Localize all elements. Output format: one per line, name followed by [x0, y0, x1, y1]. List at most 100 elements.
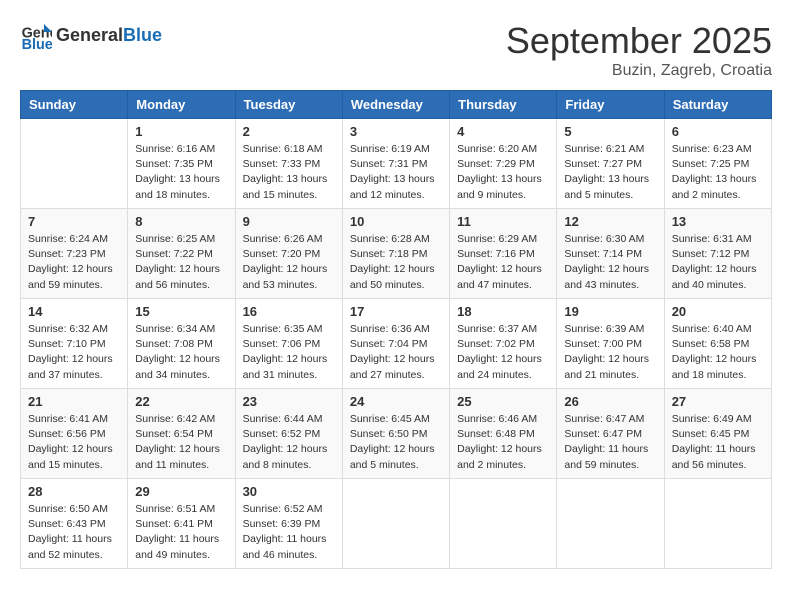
- calendar-cell: 29Sunrise: 6:51 AM Sunset: 6:41 PM Dayli…: [128, 479, 235, 569]
- cell-content: Sunrise: 6:40 AM Sunset: 6:58 PM Dayligh…: [672, 322, 764, 383]
- cell-content: Sunrise: 6:18 AM Sunset: 7:33 PM Dayligh…: [243, 142, 335, 203]
- day-number: 10: [350, 214, 442, 229]
- calendar-cell: [664, 479, 771, 569]
- cell-content: Sunrise: 6:16 AM Sunset: 7:35 PM Dayligh…: [135, 142, 227, 203]
- day-number: 23: [243, 394, 335, 409]
- week-row-5: 28Sunrise: 6:50 AM Sunset: 6:43 PM Dayli…: [21, 479, 772, 569]
- calendar-cell: 10 Sunrise: 6:28 AM Sunset: 7:18 PM Dayli…: [342, 209, 449, 299]
- cell-content: Sunrise: 6:24 AM Sunset: 7:23 PM Dayligh…: [28, 232, 120, 293]
- day-number: 19: [564, 304, 656, 319]
- cell-content: Sunrise: 6:39 AM Sunset: 7:00 PM Dayligh…: [564, 322, 656, 383]
- calendar-cell: 25 Sunrise: 6:46 AM Sunset: 6:48 PM Dayli…: [450, 389, 557, 479]
- logo-general: General: [56, 25, 123, 45]
- logo: General Blue GeneralBlue: [20, 20, 162, 52]
- weekday-header-tuesday: Tuesday: [235, 91, 342, 119]
- cell-content: Sunrise: 6:50 AM Sunset: 6:43 PM Dayligh…: [28, 502, 120, 563]
- calendar-cell: 18 Sunrise: 6:37 AM Sunset: 7:02 PM Dayli…: [450, 299, 557, 389]
- weekday-header-thursday: Thursday: [450, 91, 557, 119]
- day-number: 1: [135, 124, 227, 139]
- day-number: 4: [457, 124, 549, 139]
- cell-content: Sunrise: 6:44 AM Sunset: 6:52 PM Dayligh…: [243, 412, 335, 473]
- day-number: 2: [243, 124, 335, 139]
- svg-text:Blue: Blue: [22, 37, 52, 52]
- cell-content: Sunrise: 6:45 AM Sunset: 6:50 PM Dayligh…: [350, 412, 442, 473]
- cell-content: Sunrise: 6:51 AM Sunset: 6:41 PM Dayligh…: [135, 502, 227, 563]
- calendar-cell: [342, 479, 449, 569]
- calendar-cell: 16 Sunrise: 6:35 AM Sunset: 7:06 PM Dayli…: [235, 299, 342, 389]
- calendar-cell: 8 Sunrise: 6:25 AM Sunset: 7:22 PM Daylig…: [128, 209, 235, 299]
- day-number: 21: [28, 394, 120, 409]
- day-number: 13: [672, 214, 764, 229]
- calendar-cell: 1 Sunrise: 6:16 AM Sunset: 7:35 PM Daylig…: [128, 119, 235, 209]
- cell-content: Sunrise: 6:35 AM Sunset: 7:06 PM Dayligh…: [243, 322, 335, 383]
- calendar-cell: 13 Sunrise: 6:31 AM Sunset: 7:12 PM Dayli…: [664, 209, 771, 299]
- cell-content: Sunrise: 6:47 AM Sunset: 6:47 PM Dayligh…: [564, 412, 656, 473]
- calendar-cell: 23 Sunrise: 6:44 AM Sunset: 6:52 PM Dayli…: [235, 389, 342, 479]
- cell-content: Sunrise: 6:34 AM Sunset: 7:08 PM Dayligh…: [135, 322, 227, 383]
- cell-content: Sunrise: 6:32 AM Sunset: 7:10 PM Dayligh…: [28, 322, 120, 383]
- calendar-cell: 28Sunrise: 6:50 AM Sunset: 6:43 PM Dayli…: [21, 479, 128, 569]
- cell-content: Sunrise: 6:31 AM Sunset: 7:12 PM Dayligh…: [672, 232, 764, 293]
- calendar-cell: 2 Sunrise: 6:18 AM Sunset: 7:33 PM Daylig…: [235, 119, 342, 209]
- calendar-cell: 14 Sunrise: 6:32 AM Sunset: 7:10 PM Dayli…: [21, 299, 128, 389]
- calendar-cell: 7 Sunrise: 6:24 AM Sunset: 7:23 PM Daylig…: [21, 209, 128, 299]
- weekday-header-sunday: Sunday: [21, 91, 128, 119]
- week-row-1: 1 Sunrise: 6:16 AM Sunset: 7:35 PM Daylig…: [21, 119, 772, 209]
- day-number: 15: [135, 304, 227, 319]
- cell-content: Sunrise: 6:29 AM Sunset: 7:16 PM Dayligh…: [457, 232, 549, 293]
- day-number: 22: [135, 394, 227, 409]
- cell-content: Sunrise: 6:19 AM Sunset: 7:31 PM Dayligh…: [350, 142, 442, 203]
- cell-content: Sunrise: 6:36 AM Sunset: 7:04 PM Dayligh…: [350, 322, 442, 383]
- calendar-cell: 24 Sunrise: 6:45 AM Sunset: 6:50 PM Dayli…: [342, 389, 449, 479]
- cell-content: Sunrise: 6:49 AM Sunset: 6:45 PM Dayligh…: [672, 412, 764, 473]
- calendar-cell: 3Sunrise: 6:19 AM Sunset: 7:31 PM Daylig…: [342, 119, 449, 209]
- cell-content: Sunrise: 6:42 AM Sunset: 6:54 PM Dayligh…: [135, 412, 227, 473]
- cell-content: Sunrise: 6:30 AM Sunset: 7:14 PM Dayligh…: [564, 232, 656, 293]
- cell-content: Sunrise: 6:28 AM Sunset: 7:18 PM Dayligh…: [350, 232, 442, 293]
- calendar-cell: 20 Sunrise: 6:40 AM Sunset: 6:58 PM Dayli…: [664, 299, 771, 389]
- cell-content: Sunrise: 6:37 AM Sunset: 7:02 PM Dayligh…: [457, 322, 549, 383]
- calendar-cell: [450, 479, 557, 569]
- cell-content: Sunrise: 6:21 AM Sunset: 7:27 PM Dayligh…: [564, 142, 656, 203]
- location: Buzin, Zagreb, Croatia: [506, 62, 772, 80]
- day-number: 16: [243, 304, 335, 319]
- day-number: 30: [243, 484, 335, 499]
- logo-icon: General Blue: [20, 20, 52, 52]
- cell-content: Sunrise: 6:25 AM Sunset: 7:22 PM Dayligh…: [135, 232, 227, 293]
- calendar-cell: 19 Sunrise: 6:39 AM Sunset: 7:00 PM Dayli…: [557, 299, 664, 389]
- cell-content: Sunrise: 6:41 AM Sunset: 6:56 PM Dayligh…: [28, 412, 120, 473]
- month-title: September 2025: [506, 20, 772, 62]
- day-number: 24: [350, 394, 442, 409]
- week-row-2: 7 Sunrise: 6:24 AM Sunset: 7:23 PM Daylig…: [21, 209, 772, 299]
- day-number: 9: [243, 214, 335, 229]
- day-number: 5: [564, 124, 656, 139]
- day-number: 11: [457, 214, 549, 229]
- day-number: 25: [457, 394, 549, 409]
- cell-content: Sunrise: 6:46 AM Sunset: 6:48 PM Dayligh…: [457, 412, 549, 473]
- week-row-4: 21 Sunrise: 6:41 AM Sunset: 6:56 PM Dayli…: [21, 389, 772, 479]
- page-header: General Blue GeneralBlue September 2025 …: [20, 20, 772, 80]
- weekday-header-friday: Friday: [557, 91, 664, 119]
- day-number: 7: [28, 214, 120, 229]
- day-number: 20: [672, 304, 764, 319]
- calendar-table: SundayMondayTuesdayWednesdayThursdayFrid…: [20, 90, 772, 569]
- title-block: September 2025 Buzin, Zagreb, Croatia: [506, 20, 772, 80]
- day-number: 18: [457, 304, 549, 319]
- calendar-cell: 22 Sunrise: 6:42 AM Sunset: 6:54 PM Dayli…: [128, 389, 235, 479]
- day-number: 6: [672, 124, 764, 139]
- cell-content: Sunrise: 6:23 AM Sunset: 7:25 PM Dayligh…: [672, 142, 764, 203]
- day-number: 8: [135, 214, 227, 229]
- cell-content: Sunrise: 6:20 AM Sunset: 7:29 PM Dayligh…: [457, 142, 549, 203]
- cell-content: Sunrise: 6:52 AM Sunset: 6:39 PM Dayligh…: [243, 502, 335, 563]
- calendar-cell: 6 Sunrise: 6:23 AM Sunset: 7:25 PM Daylig…: [664, 119, 771, 209]
- calendar-cell: 15 Sunrise: 6:34 AM Sunset: 7:08 PM Dayli…: [128, 299, 235, 389]
- calendar-cell: 11 Sunrise: 6:29 AM Sunset: 7:16 PM Dayli…: [450, 209, 557, 299]
- weekday-header-row: SundayMondayTuesdayWednesdayThursdayFrid…: [21, 91, 772, 119]
- day-number: 12: [564, 214, 656, 229]
- day-number: 14: [28, 304, 120, 319]
- calendar-cell: 5 Sunrise: 6:21 AM Sunset: 7:27 PM Daylig…: [557, 119, 664, 209]
- logo-blue: Blue: [123, 25, 162, 45]
- calendar-cell: 17Sunrise: 6:36 AM Sunset: 7:04 PM Dayli…: [342, 299, 449, 389]
- calendar-cell: [557, 479, 664, 569]
- calendar-cell: 9Sunrise: 6:26 AM Sunset: 7:20 PM Daylig…: [235, 209, 342, 299]
